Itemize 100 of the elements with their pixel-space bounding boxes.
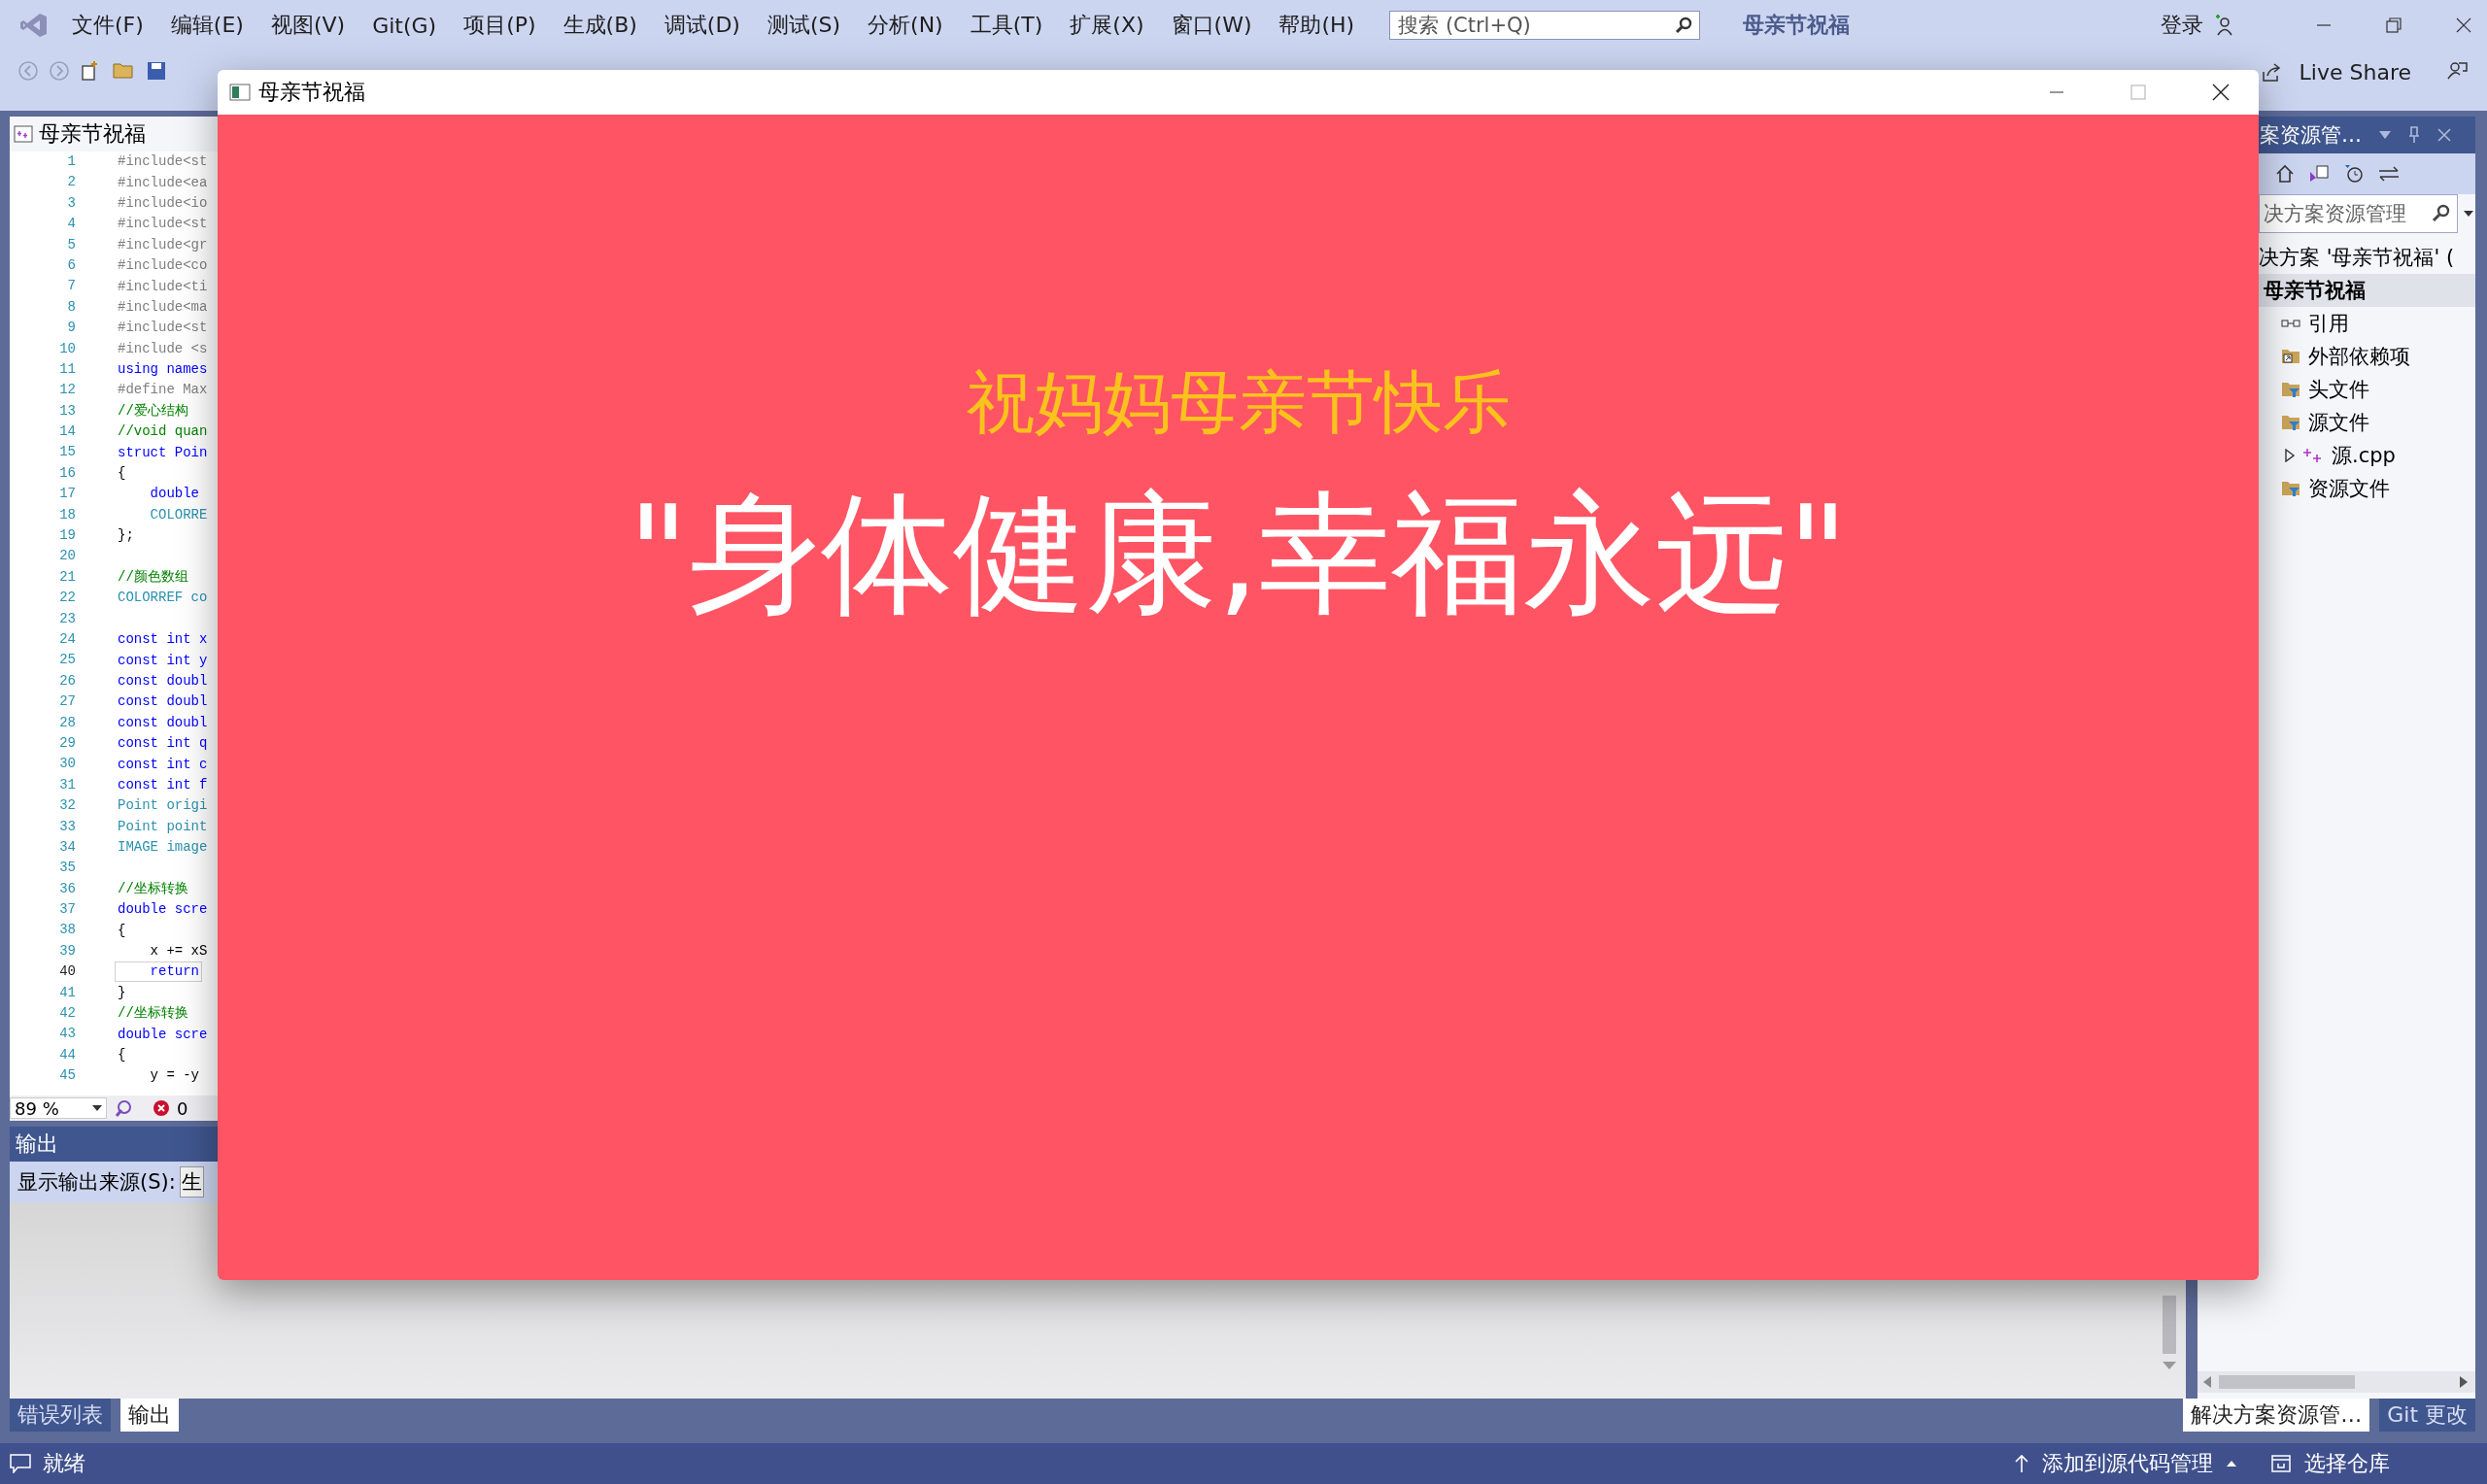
line-number: 27: [58, 692, 76, 712]
history-icon[interactable]: [2343, 164, 2365, 184]
window-icon: [229, 84, 251, 101]
menu-item[interactable]: 帮助(H): [1265, 11, 1369, 40]
code-line: const doubl: [117, 692, 209, 712]
code-line: double: [149, 485, 200, 504]
line-number: 9: [66, 319, 76, 338]
scroll-left-icon[interactable]: [2203, 1376, 2211, 1388]
tree-row-highlight[interactable]: 母亲节祝福: [2259, 274, 2475, 307]
error-icon[interactable]: [153, 1100, 169, 1116]
status-text: 就绪: [43, 1450, 85, 1477]
tree-item[interactable]: 源.cpp: [2332, 442, 2396, 469]
menu-item[interactable]: 生成(B): [549, 11, 651, 40]
line-number: 30: [58, 755, 76, 774]
scrollbar-thumb[interactable]: [2163, 1296, 2176, 1354]
code-line: const int f: [117, 775, 209, 794]
home-icon[interactable]: [2275, 164, 2295, 184]
line-number: 18: [58, 505, 76, 524]
code-line: #include<st: [117, 215, 209, 234]
repository-button[interactable]: 选择仓库: [2271, 1449, 2390, 1478]
code-line: double scre: [117, 1025, 209, 1044]
caret-icon: [2227, 1461, 2236, 1467]
code-line: const int q: [117, 734, 209, 754]
document-tab[interactable]: 母亲节祝福: [39, 119, 146, 149]
code-line: const doubl: [117, 713, 209, 732]
account-icon[interactable]: [2213, 15, 2234, 36]
line-number: 24: [58, 630, 76, 649]
line-number: 28: [58, 713, 76, 732]
code-line: const int y: [117, 651, 209, 670]
search-field[interactable]: 决方案资源管理: [2259, 194, 2458, 233]
tree-item[interactable]: 源文件: [2308, 409, 2369, 436]
code-line: #define Max: [117, 381, 209, 400]
live-share-button[interactable]: Live Share: [2260, 60, 2411, 84]
line-number: 15: [58, 443, 76, 462]
close-icon[interactable]: [2212, 84, 2230, 101]
search-icon[interactable]: [2432, 204, 2451, 223]
line-number: 22: [58, 589, 76, 608]
tree-item[interactable]: 引用: [2308, 310, 2349, 337]
line-number: 26: [58, 671, 76, 691]
filter-folder-icon: [2281, 414, 2300, 431]
code-line: //void quan: [117, 422, 209, 442]
line-number: 17: [58, 485, 76, 504]
solution-name: 母亲节祝福: [1743, 12, 1851, 39]
scrollbar-thumb[interactable]: [2219, 1375, 2355, 1389]
line-number: 40: [58, 962, 76, 982]
line-number: 25: [58, 651, 76, 670]
tree-item[interactable]: 外部依赖项: [2308, 343, 2410, 370]
menu-item[interactable]: 文件(F): [58, 11, 157, 40]
menu-item[interactable]: Git(G): [358, 13, 451, 38]
menu-item[interactable]: 编辑(E): [156, 11, 257, 40]
panel-tab[interactable]: 错误列表: [10, 1399, 111, 1432]
menu-item[interactable]: 窗口(W): [1157, 11, 1266, 40]
code-line: #include<ma: [117, 297, 209, 317]
restore-icon[interactable]: [2386, 17, 2402, 33]
sync-icon[interactable]: [2378, 166, 2400, 182]
caret-icon[interactable]: [2464, 211, 2473, 217]
output-source-dropdown[interactable]: 生: [179, 1166, 204, 1197]
sign-in-link[interactable]: 登录: [2161, 11, 2203, 40]
panel-tab[interactable]: 解决方案资源管…: [2183, 1399, 2370, 1432]
tree-item[interactable]: 资源文件: [2308, 475, 2390, 502]
search-field[interactable]: 搜索 (Ctrl+Q): [1389, 11, 1701, 40]
code-line: COLORRE: [149, 505, 209, 524]
tree-item[interactable]: 头文件: [2308, 376, 2369, 403]
line-number: 4: [66, 215, 76, 234]
code-line: const int c: [117, 755, 209, 774]
line-number: 6: [66, 255, 76, 275]
code-line: {: [117, 921, 127, 940]
code-line: #include<io: [117, 193, 209, 213]
line-number: 23: [58, 609, 76, 628]
search-icon[interactable]: [1675, 17, 1693, 34]
code-line: #include<ea: [117, 173, 209, 192]
pin-icon[interactable]: [2408, 126, 2420, 144]
code-line: //坐标转换: [117, 1004, 189, 1024]
close-icon[interactable]: [2456, 17, 2471, 33]
code-line: {: [117, 464, 127, 484]
code-line: #include<st: [117, 152, 209, 172]
menu-item[interactable]: 测试(S): [753, 11, 855, 40]
source-control-button[interactable]: 添加到源代码管理: [2015, 1449, 2236, 1478]
filter-folder-icon: [2281, 480, 2300, 497]
greeting-text: 祝妈妈母亲节快乐: [966, 361, 1511, 444]
panel-tab[interactable]: 输出: [120, 1399, 179, 1432]
menu-item[interactable]: 项目(P): [450, 11, 550, 40]
tree-item[interactable]: 决方案 '母亲节祝福' (: [2259, 244, 2455, 271]
code-line: x += xS: [149, 942, 209, 961]
line-number: 45: [58, 1066, 76, 1086]
line-number: 3: [66, 193, 76, 213]
menu-item[interactable]: 工具(T): [956, 11, 1057, 40]
menu-item[interactable]: 视图(V): [256, 11, 359, 40]
code-line: Point origi: [117, 796, 209, 816]
save-icon[interactable]: [146, 60, 167, 82]
menu-item[interactable]: 调试(D): [650, 11, 754, 40]
expand-arrow-icon[interactable]: [2285, 449, 2295, 462]
zoom-dropdown[interactable]: 89 %: [10, 1097, 107, 1119]
menu-item[interactable]: 分析(N): [854, 11, 957, 40]
menu-item[interactable]: 扩展(X): [1056, 11, 1158, 40]
scroll-right-icon[interactable]: [2460, 1376, 2468, 1388]
feedback-icon[interactable]: [2446, 60, 2468, 82]
line-number: 20: [58, 547, 76, 566]
solution-view-icon[interactable]: [2308, 164, 2330, 184]
panel-tab[interactable]: Git 更改: [2379, 1399, 2475, 1432]
